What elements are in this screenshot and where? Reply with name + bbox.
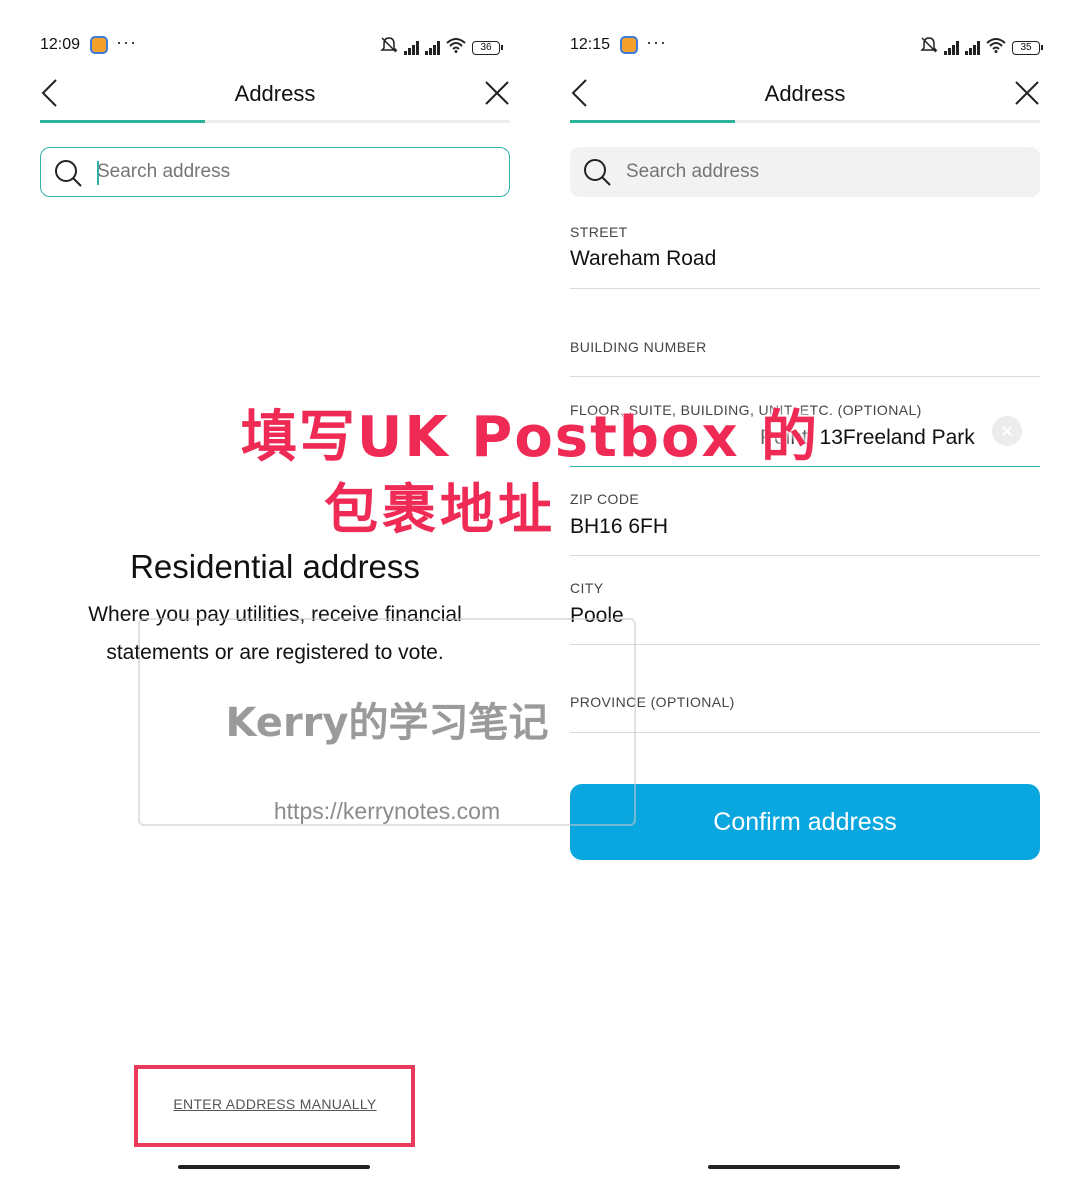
search-input[interactable]	[97, 148, 497, 196]
watermark-url: https://kerrynotes.com	[140, 798, 634, 825]
signal-icon	[404, 40, 419, 55]
battery-icon: 35	[1012, 40, 1043, 55]
highlight-box	[134, 1065, 415, 1147]
app-notification-icon	[90, 36, 108, 54]
progress-fill	[40, 120, 205, 123]
more-notifications-icon: ···	[116, 32, 137, 52]
progress-bar	[40, 120, 510, 123]
left-screen: 12:09 ··· 36 Address Residential addres	[0, 0, 540, 1200]
home-indicator[interactable]	[708, 1165, 900, 1169]
status-bar: 12:09 ··· 36	[40, 32, 503, 59]
building-number-label: BUILDING NUMBER	[570, 339, 707, 355]
right-screen: 12:15 ··· 35 Address STREET Wareham	[540, 0, 1080, 1200]
watermark-url-text: https://kerrynotes.com	[257, 798, 517, 824]
residential-title: Residential address	[130, 548, 420, 585]
city-label: CITY	[570, 580, 604, 596]
watermark-frame: Kerry的学习笔记 https://kerrynotes.com	[138, 618, 636, 826]
status-time: 12:15	[570, 36, 611, 53]
progress-fill	[570, 120, 735, 123]
close-icon	[1015, 81, 1039, 105]
caption-line-2: 包裹地址	[324, 478, 556, 541]
search-icon	[584, 159, 611, 186]
progress-bar	[570, 120, 1040, 123]
app-notification-icon	[620, 36, 638, 54]
close-button[interactable]	[484, 80, 510, 106]
header: Address	[40, 72, 510, 118]
home-indicator[interactable]	[178, 1165, 370, 1169]
street-label: STREET	[570, 224, 628, 240]
header: Address	[570, 72, 1040, 118]
search-box[interactable]	[40, 147, 510, 197]
text-caret	[97, 161, 99, 185]
signal-icon-2	[425, 40, 440, 55]
confirm-address-button[interactable]: Confirm address	[570, 784, 1040, 860]
close-icon	[485, 81, 509, 105]
city-field[interactable]: CITY Poole	[570, 556, 1040, 645]
signal-icon-2	[965, 40, 980, 55]
watermark-title: Kerry的学习笔记	[225, 700, 549, 746]
page-title: Address	[234, 81, 316, 106]
caption-line-1: 填写UK Postbox 的	[240, 405, 820, 470]
province-field[interactable]: PROVINCE (OPTIONAL)	[570, 645, 1040, 733]
wifi-icon	[986, 37, 1006, 58]
search-box[interactable]	[570, 147, 1040, 197]
signal-icon	[944, 40, 959, 55]
search-input[interactable]	[626, 147, 1028, 197]
wifi-icon	[446, 37, 466, 58]
street-value[interactable]: Wareham Road	[570, 247, 716, 271]
battery-icon: 36	[472, 40, 503, 55]
bell-muted-icon	[380, 36, 398, 59]
close-button[interactable]	[1014, 80, 1040, 106]
building-number-field[interactable]: BUILDING NUMBER	[570, 289, 1040, 377]
search-icon	[55, 160, 82, 187]
more-notifications-icon: ···	[646, 32, 667, 52]
page-title: Address	[764, 81, 846, 106]
street-field[interactable]: STREET Wareham Road	[570, 210, 1040, 289]
status-bar: 12:15 ··· 35	[570, 32, 1043, 59]
status-time: 12:09	[40, 36, 81, 53]
bell-muted-icon	[920, 36, 938, 59]
